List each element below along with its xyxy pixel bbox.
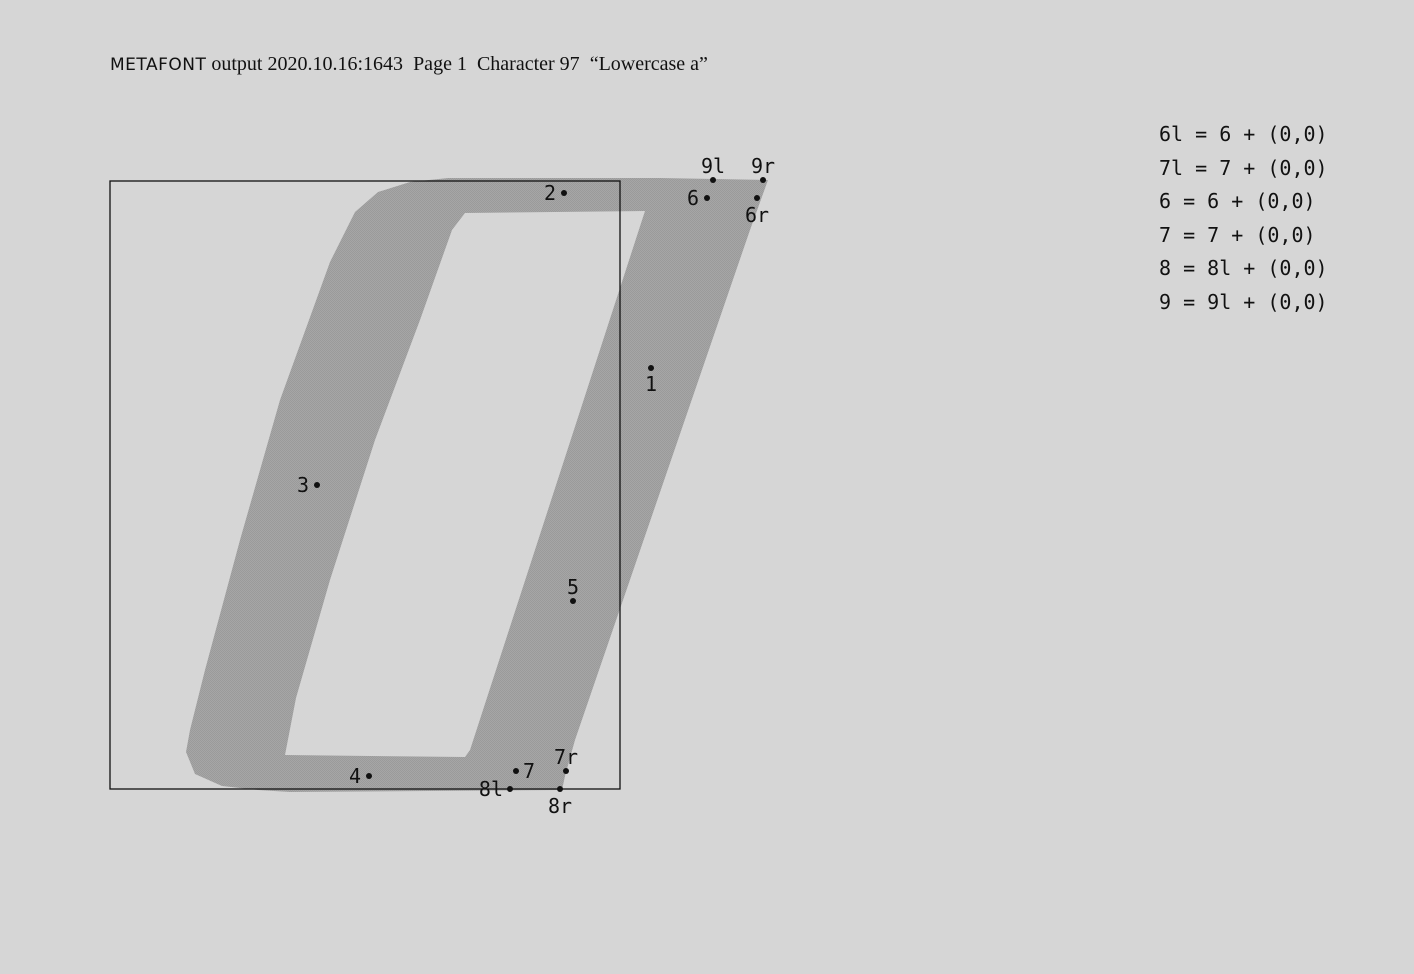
point-6-label: 6	[687, 186, 699, 210]
point-7-label: 7	[523, 759, 535, 783]
equation: 7 = 7 + (0,0)	[1159, 222, 1316, 247]
point-8r-label: 8r	[548, 794, 572, 818]
point-3-dot	[314, 482, 320, 488]
point-8l-dot	[507, 786, 513, 792]
point-9l-label: 9l	[701, 154, 725, 178]
point-8r-dot	[557, 786, 563, 792]
point-5-label: 5	[567, 575, 579, 599]
equation: 6l = 6 + (0,0)	[1159, 122, 1328, 146]
equation: 7l = 7 + (0,0)	[1159, 155, 1328, 180]
point-3-label: 3	[297, 473, 309, 497]
point-1-label: 1	[645, 372, 657, 396]
point-6r-dot	[754, 195, 760, 201]
point-7-dot	[513, 768, 519, 774]
equations-panel: 6l = 6 + (0,0) 7l = 7 + (0,0) 6 = 6 + (0…	[1159, 118, 1328, 320]
point-2-dot	[561, 190, 567, 196]
point-2-label: 2	[544, 181, 556, 205]
point-4-dot	[366, 773, 372, 779]
point-6r-label: 6r	[745, 203, 769, 227]
equation: 8 = 8l + (0,0)	[1159, 256, 1328, 281]
point-1-dot	[648, 365, 654, 371]
point-4-label: 4	[349, 764, 361, 788]
equation: 6 = 6 + (0,0)	[1159, 189, 1316, 214]
point-7r-label: 7r	[554, 745, 578, 769]
equation: 9 = 9l + (0,0)	[1159, 289, 1328, 314]
point-6-dot	[704, 195, 710, 201]
point-8l-label: 8l	[479, 777, 503, 801]
point-9r-label: 9r	[751, 154, 775, 178]
glyph-shape	[186, 178, 768, 792]
